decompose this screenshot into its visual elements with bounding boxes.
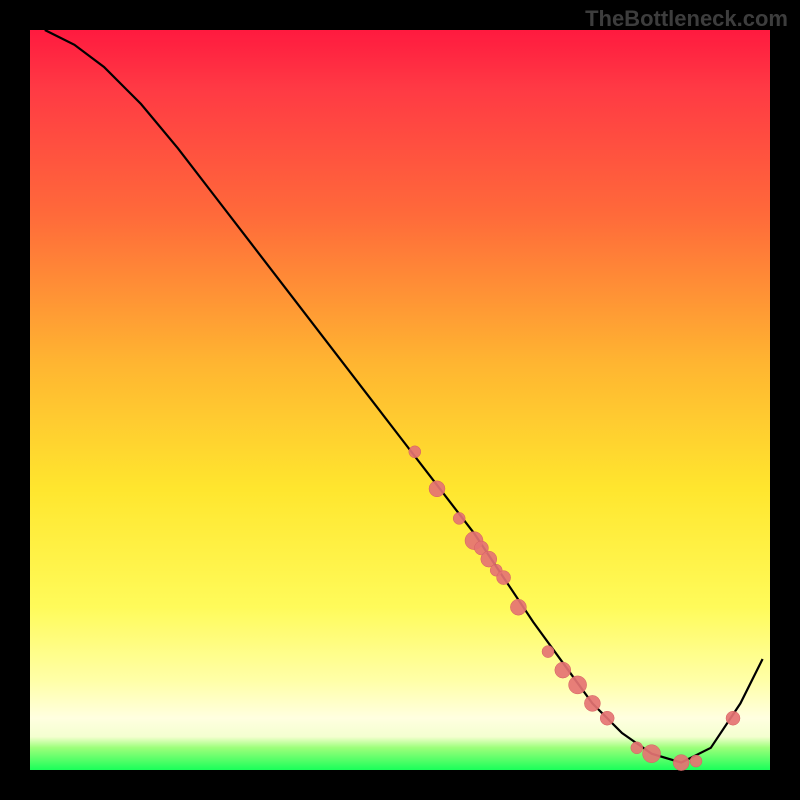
plot-area [30, 30, 770, 770]
data-marker [600, 711, 614, 725]
data-marker [510, 599, 526, 615]
data-marker [555, 662, 571, 678]
data-marker [409, 446, 421, 458]
data-marker [542, 646, 554, 658]
data-marker [429, 481, 445, 497]
watermark-text: TheBottleneck.com [585, 6, 788, 32]
marker-group [409, 446, 740, 771]
data-marker [569, 676, 587, 694]
data-marker [497, 571, 511, 585]
data-marker [726, 711, 740, 725]
data-marker [453, 512, 465, 524]
bottleneck-curve [45, 30, 763, 763]
data-marker [690, 755, 702, 767]
data-marker [584, 695, 600, 711]
chart-frame: TheBottleneck.com [0, 0, 800, 800]
chart-svg [30, 30, 770, 770]
data-marker [673, 755, 689, 771]
data-marker [631, 742, 643, 754]
data-marker [643, 745, 661, 763]
